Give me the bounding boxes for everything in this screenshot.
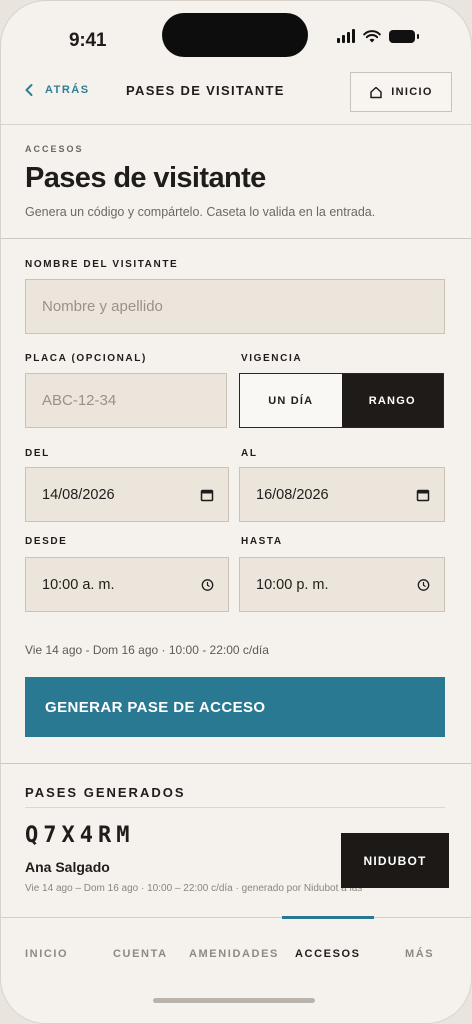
plate-input[interactable]: ABC-12-34 <box>25 373 227 428</box>
back-button[interactable]: ATRÁS <box>23 83 90 97</box>
nidubot-button[interactable]: NIDUBOT <box>341 833 449 888</box>
chevron-left-icon <box>25 84 33 96</box>
time-start-input[interactable]: 10:00 a. m. <box>25 557 229 612</box>
home-button[interactable]: INICIO <box>350 72 452 112</box>
date-to-value: 16/08/2026 <box>256 486 329 503</box>
status-bar: 9:41 <box>1 1 471 71</box>
time-end-input[interactable]: 10:00 p. m. <box>239 557 445 612</box>
section-eyebrow: ACCESOS <box>25 144 84 154</box>
dynamic-island <box>162 13 308 57</box>
active-tab-indicator <box>282 916 374 919</box>
visitor-name-label: NOMBRE DEL VISITANTE <box>25 259 179 270</box>
phone-screen: 9:41 ATRÁS PASES DE VISITANTE INICIO ACC… <box>0 0 472 1024</box>
clock-icon <box>417 578 430 591</box>
date-from-input[interactable]: 14/08/2026 <box>25 467 229 522</box>
divider <box>25 807 445 808</box>
divider <box>1 238 471 239</box>
page-subtitle: Genera un código y compártelo. Caseta lo… <box>25 205 376 219</box>
date-from-value: 14/08/2026 <box>42 486 115 503</box>
home-indicator <box>153 998 315 1003</box>
bottom-tab-bar: INICIO CUENTA AMENIDADES ACCESOS MÁS <box>1 916 471 1023</box>
house-icon <box>370 86 383 99</box>
validity-label: VIGENCIA <box>241 353 303 364</box>
time-end-value: 10:00 p. m. <box>256 576 329 593</box>
status-time: 9:41 <box>69 30 107 51</box>
tab-amenidades[interactable]: AMENIDADES <box>189 948 279 960</box>
home-label: INICIO <box>391 86 433 98</box>
date-to-label: AL <box>241 448 258 459</box>
generate-pass-button[interactable]: GENERAR PASE DE ACCESO <box>25 677 445 737</box>
pass-code: Q7X4RM <box>25 823 135 848</box>
cellular-signal-icon <box>337 29 355 43</box>
calendar-icon <box>200 489 214 501</box>
battery-icon <box>389 29 419 43</box>
pass-summary: Vie 14 ago - Dom 16 ago · 10:00 - 22:00 … <box>25 643 269 657</box>
page-title: Pases de visitante <box>25 162 266 194</box>
wifi-icon <box>363 30 381 43</box>
back-label: ATRÁS <box>45 84 90 96</box>
date-to-input[interactable]: 16/08/2026 <box>239 467 445 522</box>
clock-icon <box>201 578 214 591</box>
calendar-icon <box>416 489 430 501</box>
validity-option-one-day[interactable]: UN DÍA <box>240 374 342 427</box>
visitor-name-placeholder: Nombre y apellido <box>42 298 163 315</box>
date-from-label: DEL <box>25 448 50 459</box>
time-start-label: DESDE <box>25 536 68 547</box>
top-nav: ATRÁS PASES DE VISITANTE INICIO <box>1 69 471 125</box>
generated-passes-title: PASES GENERADOS <box>25 785 186 800</box>
plate-placeholder: ABC-12-34 <box>42 392 117 409</box>
validity-toggle: UN DÍA RANGO <box>239 373 444 428</box>
pass-visitor-name: Ana Salgado <box>25 859 110 875</box>
status-icons <box>337 29 419 43</box>
time-start-value: 10:00 a. m. <box>42 576 115 593</box>
divider <box>1 763 471 764</box>
validity-option-range[interactable]: RANGO <box>341 374 443 427</box>
plate-label: PLACA (OPCIONAL) <box>25 353 147 364</box>
visitor-name-input[interactable]: Nombre y apellido <box>25 279 445 334</box>
time-end-label: HASTA <box>241 536 283 547</box>
tab-mas[interactable]: MÁS <box>405 948 434 960</box>
header-title: PASES DE VISITANTE <box>126 83 285 98</box>
tab-accesos[interactable]: ACCESOS <box>295 948 361 960</box>
tab-cuenta[interactable]: CUENTA <box>113 948 168 960</box>
tab-inicio[interactable]: INICIO <box>25 948 68 960</box>
